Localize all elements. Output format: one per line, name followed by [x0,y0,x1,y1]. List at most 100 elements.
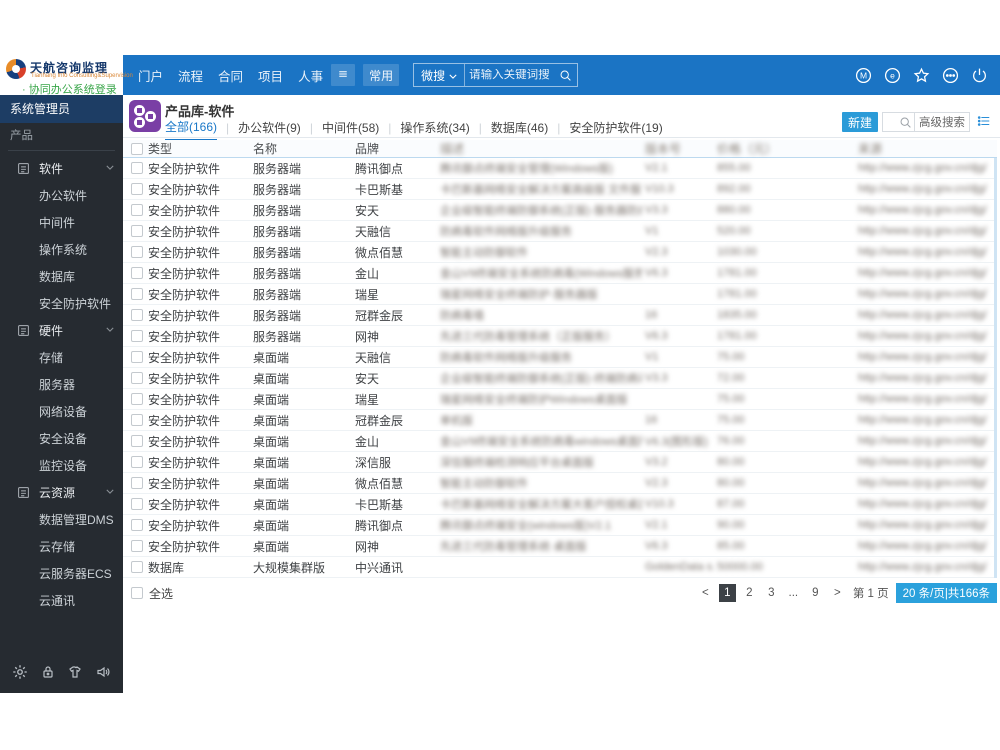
row-checkbox[interactable] [131,498,143,510]
tab-安全防护软件(19)[interactable]: 安全防护软件(19) [569,119,662,140]
sidebar-group-硬件[interactable]: 硬件 [0,317,123,344]
page-button-2[interactable]: 2 [741,584,758,602]
table-row[interactable]: 安全防护软件 桌面端 微点佰慧 智能主动防御软件 V2.3 80.00 http://www… [123,473,997,494]
table-row[interactable]: 安全防护软件 桌面端 卡巴斯基 卡巴斯基网络安全解决方案大客户授权桌面版 +标...V… [123,494,997,515]
table-row[interactable]: 安全防护软件 桌面端 深信服 深信服终端检测响应平台桌面版 V3.2 80.00 http:… [123,452,997,473]
page-next-button[interactable]: > [829,584,846,602]
create-new-button[interactable]: 新建 [842,112,878,132]
sidebar-item-操作系统[interactable]: 操作系统 [0,236,123,263]
sidebar-item-安全设备[interactable]: 安全设备 [0,425,123,452]
row-checkbox[interactable] [131,519,143,531]
table-row[interactable]: 安全防护软件 桌面端 冠群金辰 单机版 16 75.00 http://www.zjcg.g… [123,410,997,431]
select-all-checkbox[interactable] [131,587,143,599]
page-button-9[interactable]: 9 [807,584,824,602]
sidebar-group-软件[interactable]: 软件 [0,155,123,182]
sidebar-item-网络设备[interactable]: 网络设备 [0,398,123,425]
row-checkbox[interactable] [131,204,143,216]
page-size-badge[interactable]: 20 条/页|共166条 [895,583,997,603]
sidebar-item-云通讯[interactable]: 云通讯 [0,587,123,614]
row-checkbox[interactable] [131,393,143,405]
theme-icon[interactable] [66,663,84,681]
nav-item-5[interactable]: 人事 [298,66,323,85]
table-row[interactable]: 安全防护软件 桌面端 腾讯御点 腾讯御点终端安全(windows版)V2.1 V2.1 9… [123,515,997,536]
page-button-3[interactable]: 3 [763,584,780,602]
search-icon[interactable] [559,69,577,82]
nav-item-1[interactable]: 门户 [138,66,163,85]
page-button-1[interactable]: 1 [718,584,736,602]
sidebar-item-云存储[interactable]: 云存储 [0,533,123,560]
row-checkbox[interactable] [131,351,143,363]
sidebar-item-服务器[interactable]: 服务器 [0,371,123,398]
table-row[interactable]: 数据库 大规模集群版 中兴通讯 GoldenData s... 50000.00 http… [123,557,997,578]
row-checkbox[interactable] [131,267,143,279]
row-checkbox[interactable] [131,414,143,426]
lock-icon[interactable] [39,663,57,681]
table-row[interactable]: 安全防护软件 服务器端 网神 先进三代防毒管理系统（正版服务） V6.3 1781.00 h… [123,326,997,347]
sidebar-item-办公软件[interactable]: 办公软件 [0,182,123,209]
search-scope-dropdown[interactable]: 微搜 [414,64,466,86]
tab-数据库(46)[interactable]: 数据库(46) [491,119,548,140]
gear-icon[interactable] [11,663,29,681]
sidebar-item-数据管理DMS[interactable]: 数据管理DMS [0,506,123,533]
power-icon[interactable] [971,67,988,84]
header-checkbox[interactable] [131,142,143,155]
sidebar-item-中间件[interactable]: 中间件 [0,209,123,236]
row-checkbox[interactable] [131,456,143,468]
sidebar-item-存储[interactable]: 存储 [0,344,123,371]
row-checkbox[interactable] [131,372,143,384]
table-row[interactable]: 安全防护软件 服务器端 金山 金山V9终端安全系统防病毒(Windows服务器版)V6… [123,263,997,284]
table-row[interactable]: 安全防护软件 服务器端 腾讯御点 腾讯御点终端安全管理(Windows版) V2.1 85… [123,158,997,179]
row-checkbox[interactable] [131,225,143,237]
nav-more-menu-button[interactable] [331,64,356,86]
sidebar-item-安全防护软件[interactable]: 安全防护软件 [0,290,123,317]
table-row[interactable]: 安全防护软件 服务器端 卡巴斯基 卡巴斯基网络安全解决方案高级版 文件服务器防病毒..… [123,179,997,200]
message-icon[interactable]: e [884,67,901,84]
table-row[interactable]: 安全防护软件 桌面端 天融信 防病毒软件网络版升级服务 V1 75.00 http://ww… [123,347,997,368]
m-badge-icon[interactable]: M [855,67,872,84]
table-scrollbar[interactable] [994,158,997,578]
table-row[interactable]: 安全防护软件 服务器端 天融信 防病毒软件网络版升级服务 V1 520.00 http://… [123,221,997,242]
oa-login-link[interactable]: · 协同办公系统登录 [22,81,117,97]
table-row[interactable]: 安全防护软件 服务器端 微点佰慧 智能主动防御软件 V2.3 1030.00 http://… [123,242,997,263]
tab-全部(166)[interactable]: 全部(166) [165,118,218,141]
page-prev-button[interactable]: < [697,584,714,602]
row-checkbox[interactable] [131,183,143,195]
more-icon[interactable] [942,67,959,84]
row-checkbox[interactable] [131,288,143,300]
table-row[interactable]: 安全防护软件 服务器端 冠群金辰 防病毒墙 16 1835.00 http://www.zj… [123,305,997,326]
advanced-search-button[interactable]: 高级搜索 [914,113,969,131]
table-row[interactable]: 安全防护软件 服务器端 安天 企业级智能终端防御系统(正版)·服务器防病毒 V3.3 88… [123,200,997,221]
sidebar-item-监控设备[interactable]: 监控设备 [0,452,123,479]
row-checkbox[interactable] [131,246,143,258]
table-row[interactable]: 安全防护软件 桌面端 网神 先进三代防毒管理系统·桌面版 V6.3 85.00 http:/… [123,536,997,557]
row-checkbox[interactable] [131,162,143,174]
table-row[interactable]: 安全防护软件 桌面端 瑞星 瑞星网络安全终端防护Windows桌面版 75.00 http… [123,389,997,410]
star-icon[interactable] [913,67,930,84]
row-checkbox[interactable] [131,435,143,447]
cell-desc-blurred: 深信服终端检测响应平台桌面版 [440,457,594,469]
tab-操作系统(34)[interactable]: 操作系统(34) [400,119,469,140]
search-icon[interactable] [899,116,914,129]
sidebar-item-数据库[interactable]: 数据库 [0,263,123,290]
nav-item-3[interactable]: 合同 [218,66,243,85]
list-view-icon[interactable] [976,114,992,128]
nav-favorites-button[interactable]: 常用 [363,64,400,86]
sound-icon[interactable] [94,663,112,681]
table-search-input[interactable] [883,116,899,128]
sidebar-item-云服务器ECS[interactable]: 云服务器ECS [0,560,123,587]
nav-item-4[interactable]: 项目 [258,66,283,85]
table-row[interactable]: 安全防护软件 桌面端 安天 企业级智能终端防御系统(正版)·终端防病毒 V3.3 72.0… [123,368,997,389]
row-checkbox[interactable] [131,540,143,552]
cell-version-blurred: V1 [645,225,659,237]
table-row[interactable]: 安全防护软件 服务器端 瑞星 瑞星网络安全终端防护·服务器版 1781.00 http:/… [123,284,997,305]
row-checkbox[interactable] [131,330,143,342]
global-search-input[interactable] [465,69,560,81]
row-checkbox[interactable] [131,477,143,489]
row-checkbox[interactable] [131,561,143,573]
sidebar-group-云资源[interactable]: 云资源 [0,479,123,506]
tab-中间件(58)[interactable]: 中间件(58) [322,119,379,140]
nav-item-2[interactable]: 流程 [178,66,203,85]
table-row[interactable]: 安全防护软件 桌面端 金山 金山V9终端安全系统防病毒windows桌面版 V6.3(图… [123,431,997,452]
tab-办公软件(9)[interactable]: 办公软件(9) [238,119,301,140]
row-checkbox[interactable] [131,309,143,321]
